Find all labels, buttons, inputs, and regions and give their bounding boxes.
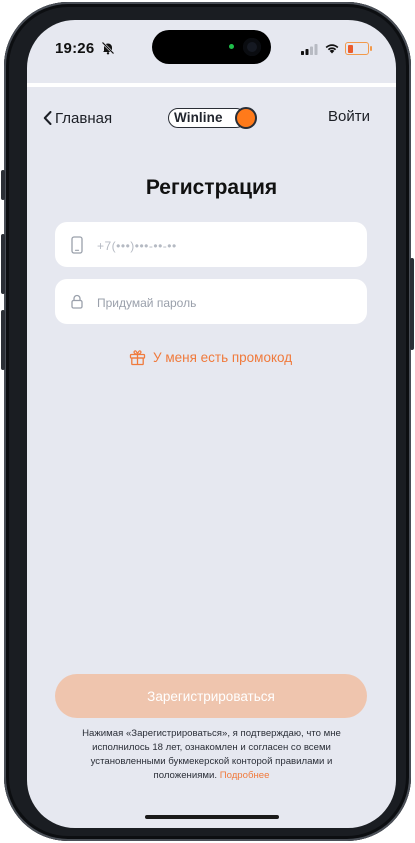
more-link[interactable]: Подробнее bbox=[220, 770, 270, 781]
winline-logo: Winline bbox=[168, 107, 257, 130]
front-camera bbox=[243, 38, 261, 56]
volume-up-button bbox=[1, 234, 5, 294]
phone-field[interactable] bbox=[55, 222, 367, 269]
volume-down-button bbox=[1, 310, 5, 370]
logo-ball bbox=[235, 107, 257, 129]
power-button bbox=[410, 258, 414, 350]
legal-text: Нажимая «Зарегистрироваться», я подтверж… bbox=[82, 728, 341, 781]
lock-icon bbox=[71, 294, 83, 309]
promo-code-label: У меня есть промокод bbox=[153, 350, 293, 365]
dynamic-island bbox=[152, 30, 271, 64]
legal-notice: Нажимая «Зарегистрироваться», я подтверж… bbox=[67, 727, 356, 783]
nav-bar: Главная Winline Войти bbox=[27, 106, 396, 134]
phone-frame: 19:26 Главная Winline Войти Регистрация … bbox=[1, 2, 414, 841]
back-button[interactable]: Главная bbox=[43, 106, 112, 130]
back-label: Главная bbox=[55, 109, 113, 127]
silent-switch bbox=[1, 170, 5, 200]
chevron-left-icon bbox=[43, 111, 52, 125]
battery-low-icon bbox=[345, 42, 372, 55]
gift-icon bbox=[129, 350, 146, 366]
smartphone-icon bbox=[71, 236, 83, 254]
home-indicator[interactable] bbox=[145, 815, 279, 819]
bell-slash-icon bbox=[101, 41, 115, 55]
page-title: Регистрация bbox=[145, 176, 278, 199]
promo-code-link[interactable]: У меня есть промокод bbox=[129, 349, 292, 366]
cellular-signal-icon bbox=[301, 44, 318, 55]
phone-input[interactable] bbox=[95, 222, 359, 269]
status-time: 19:26 bbox=[55, 40, 95, 57]
wifi-icon bbox=[325, 44, 339, 54]
logo-text: Winline bbox=[174, 110, 223, 125]
privacy-indicator bbox=[229, 44, 234, 49]
status-bar: 19:26 bbox=[27, 20, 396, 82]
header-divider bbox=[27, 83, 396, 87]
screen: 19:26 Главная Winline Войти Регистрация … bbox=[27, 20, 396, 828]
password-field[interactable] bbox=[55, 279, 367, 326]
password-input[interactable] bbox=[95, 279, 359, 326]
register-button[interactable]: Зарегистрироваться bbox=[55, 674, 367, 718]
login-button[interactable]: Войти bbox=[328, 108, 370, 125]
